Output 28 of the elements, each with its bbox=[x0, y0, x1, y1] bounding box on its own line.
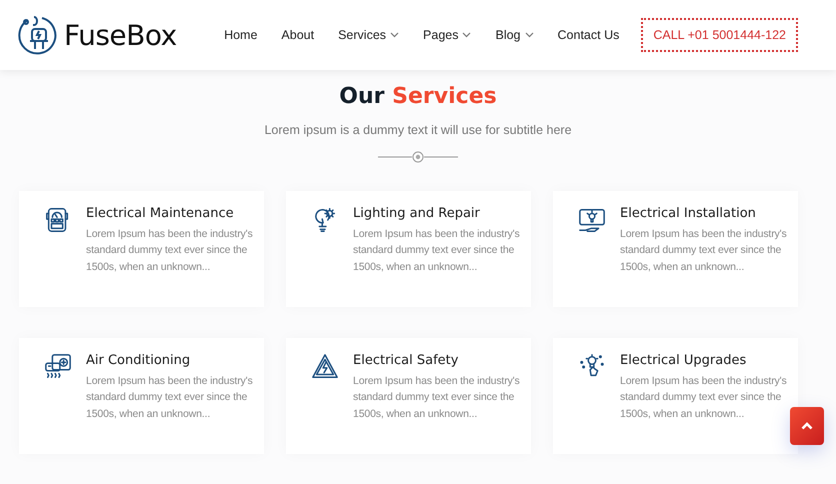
brand-name: FuseBox bbox=[64, 18, 177, 52]
service-title: Electrical Installation bbox=[620, 206, 757, 221]
service-description: Lorem Ipsum has been the industry's standard dummy text ever since the 1500s, when an unknown... bbox=[620, 374, 788, 422]
service-description: Lorem Ipsum has been the industry's standard dummy text ever since the 1500s, when an unknown... bbox=[353, 227, 521, 275]
service-title: Electrical Safety bbox=[353, 353, 460, 368]
service-title: Electrical Upgrades bbox=[620, 353, 748, 368]
nav-link[interactable]: Services bbox=[326, 28, 412, 42]
service-description: Lorem Ipsum has been the industry's standard dummy text ever since the 1500s, when an unknown... bbox=[353, 374, 521, 422]
service-title: Air Conditioning bbox=[86, 353, 192, 368]
call-button[interactable]: CALL +01 5001444-122 bbox=[641, 18, 798, 52]
section-title: Our Services bbox=[338, 84, 498, 109]
service-title: Electrical Maintenance bbox=[86, 206, 235, 221]
nav-link[interactable]: Home bbox=[212, 28, 270, 42]
scroll-to-top-button[interactable] bbox=[790, 407, 824, 445]
chevron-up-icon bbox=[801, 422, 813, 430]
service-description: Lorem Ipsum has been the industry's standard dummy text ever since the 1500s, when an unknown... bbox=[86, 227, 254, 275]
title-divider-icon bbox=[378, 151, 458, 163]
service-description: Lorem Ipsum has been the industry's standard dummy text ever since the 1500s, when an unknown... bbox=[620, 227, 788, 275]
section-subtitle: Lorem ipsum is a dummy text it will use for subtitle here bbox=[263, 123, 573, 137]
chevron-down-icon bbox=[524, 32, 534, 38]
service-description: Lorem Ipsum has been the industry's standard dummy text ever since the 1500s, when an unknown... bbox=[86, 374, 254, 422]
service-title: Lighting and Repair bbox=[353, 206, 481, 221]
chevron-down-icon bbox=[462, 32, 472, 38]
chevron-down-icon bbox=[390, 32, 400, 38]
nav-link[interactable]: Pages bbox=[411, 28, 484, 42]
nav-link[interactable]: Contact Us bbox=[546, 28, 632, 42]
nav-link[interactable]: About bbox=[269, 28, 326, 42]
nav-link[interactable]: Blog bbox=[483, 28, 546, 42]
